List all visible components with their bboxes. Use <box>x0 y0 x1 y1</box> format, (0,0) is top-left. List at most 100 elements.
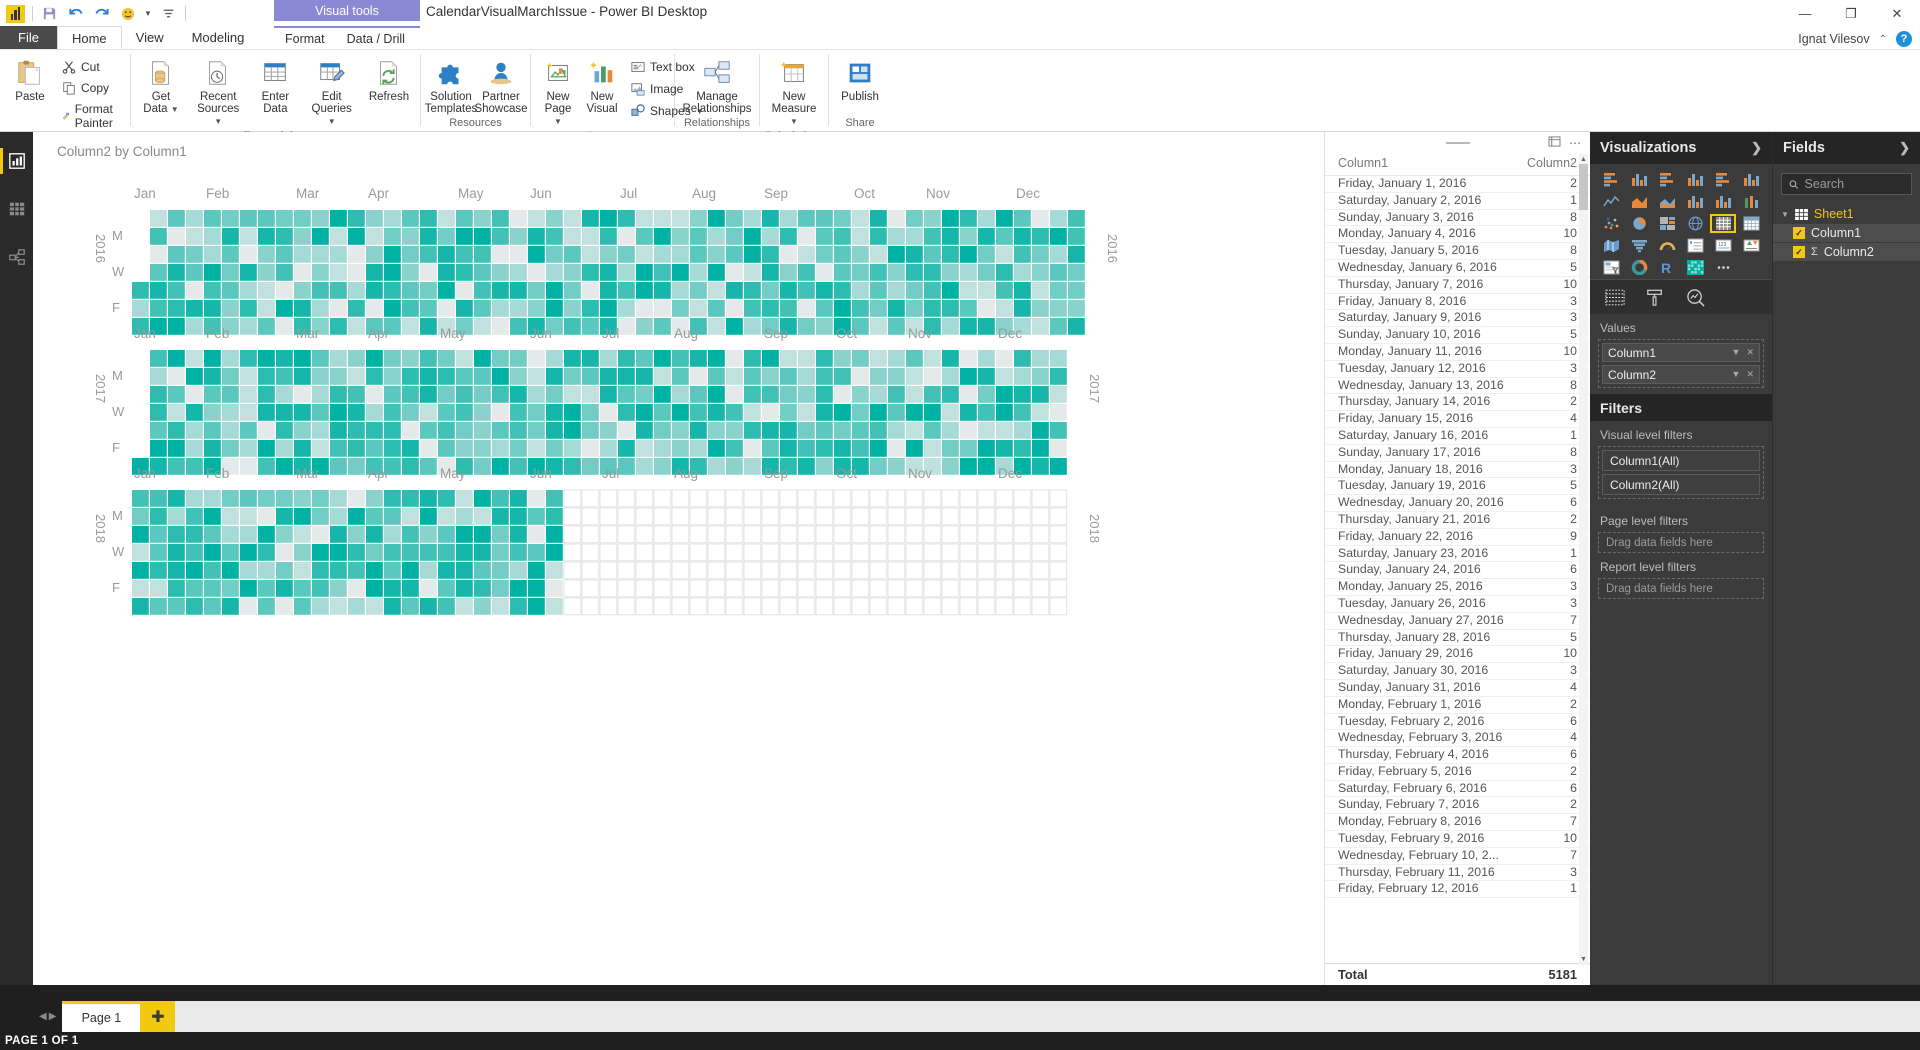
heatmap-cell[interactable] <box>546 598 563 615</box>
heatmap-cell[interactable] <box>384 246 401 263</box>
heatmap-cell[interactable] <box>348 598 365 615</box>
heatmap-cell[interactable] <box>294 246 311 263</box>
heatmap-cell[interactable] <box>384 404 401 421</box>
heatmap-cell[interactable] <box>492 350 509 367</box>
heatmap-cell[interactable] <box>420 368 437 385</box>
viz-type-r-script-visual[interactable]: R <box>1654 258 1680 277</box>
heatmap-cell[interactable] <box>312 264 329 281</box>
page-tab-page1[interactable]: Page 1 <box>62 1001 141 1032</box>
viz-type-matrix[interactable] <box>1710 214 1736 233</box>
heatmap-cell[interactable] <box>456 264 473 281</box>
heatmap-cell[interactable] <box>761 507 780 526</box>
heatmap-cell[interactable] <box>492 580 509 597</box>
heatmap-cell[interactable] <box>186 210 203 227</box>
heatmap-cell[interactable] <box>852 282 869 299</box>
heatmap-cell[interactable] <box>582 210 599 227</box>
heatmap-cell[interactable] <box>942 282 959 299</box>
heatmap-cell[interactable] <box>617 525 636 544</box>
heatmap-cell[interactable] <box>510 490 527 507</box>
heatmap-cell[interactable] <box>258 458 275 475</box>
heatmap-cell[interactable] <box>780 264 797 281</box>
heatmap-cell[interactable] <box>978 458 995 475</box>
heatmap-cell[interactable] <box>1032 246 1049 263</box>
heatmap-cell[interactable] <box>348 544 365 561</box>
heatmap-cell[interactable] <box>725 489 744 508</box>
heatmap-cell[interactable] <box>168 422 185 439</box>
heatmap-cell[interactable] <box>168 210 185 227</box>
heatmap-cell[interactable] <box>348 404 365 421</box>
heatmap-cell[interactable] <box>941 579 960 598</box>
heatmap-cell[interactable] <box>438 350 455 367</box>
heatmap-cell[interactable] <box>599 525 618 544</box>
heatmap-cell[interactable] <box>474 282 491 299</box>
heatmap-cell[interactable] <box>204 264 221 281</box>
heatmap-cell[interactable] <box>996 264 1013 281</box>
heatmap-cell[interactable] <box>222 210 239 227</box>
heatmap-cell[interactable] <box>726 264 743 281</box>
heatmap-cell[interactable] <box>761 525 780 544</box>
viz-type-calendar-custom-visual[interactable] <box>1682 258 1708 277</box>
heatmap-cell[interactable] <box>582 264 599 281</box>
heatmap-cell[interactable] <box>707 543 726 562</box>
maximize-button[interactable]: ❐ <box>1828 0 1874 27</box>
heatmap-cell[interactable] <box>762 440 779 457</box>
chevron-down-icon[interactable]: ▼ <box>790 117 798 126</box>
heatmap-cell[interactable] <box>366 508 383 525</box>
heatmap-cell[interactable] <box>833 507 852 526</box>
heatmap-cell[interactable] <box>1032 318 1049 335</box>
solution-templates-button[interactable]: Solution Templates <box>425 54 477 116</box>
heatmap-cell[interactable] <box>707 597 726 616</box>
heatmap-cell[interactable] <box>168 458 185 475</box>
heatmap-cell[interactable] <box>690 350 707 367</box>
heatmap-cell[interactable] <box>492 264 509 281</box>
table-row[interactable]: Friday, January 22, 2016 9 <box>1325 529 1590 546</box>
heatmap-cell[interactable] <box>510 508 527 525</box>
heatmap-cell[interactable] <box>402 404 419 421</box>
heatmap-cell[interactable] <box>888 404 905 421</box>
heatmap-cell[interactable] <box>456 228 473 245</box>
heatmap-cell[interactable] <box>564 264 581 281</box>
heatmap-cell[interactable] <box>438 526 455 543</box>
heatmap-cell[interactable] <box>744 282 761 299</box>
heatmap-cell[interactable] <box>420 210 437 227</box>
heatmap-cell[interactable] <box>870 350 887 367</box>
heatmap-cell[interactable] <box>222 264 239 281</box>
heatmap-cell[interactable] <box>186 282 203 299</box>
heatmap-cell[interactable] <box>348 562 365 579</box>
viz-type-multi-row-card[interactable] <box>1682 236 1708 255</box>
heatmap-cell[interactable] <box>798 458 815 475</box>
heatmap-cell[interactable] <box>312 508 329 525</box>
partner-showcase-button[interactable]: Partner Showcase <box>474 54 528 116</box>
heatmap-cell[interactable] <box>546 246 563 263</box>
heatmap-cell[interactable] <box>456 598 473 615</box>
heatmap-cell[interactable] <box>869 507 888 526</box>
heatmap-cell[interactable] <box>995 489 1014 508</box>
heatmap-cell[interactable] <box>762 300 779 317</box>
heatmap-cell[interactable] <box>887 507 906 526</box>
heatmap-cell[interactable] <box>960 422 977 439</box>
heatmap-cell[interactable] <box>1050 246 1067 263</box>
heatmap-cell[interactable] <box>1050 300 1067 317</box>
heatmap-cell[interactable] <box>168 508 185 525</box>
heatmap-cell[interactable] <box>978 282 995 299</box>
table-row[interactable]: Monday, February 8, 2016 7 <box>1325 814 1590 832</box>
viz-type-ribbon-chart[interactable] <box>1738 192 1764 211</box>
heatmap-cell[interactable] <box>924 404 941 421</box>
heatmap-cell[interactable] <box>492 562 509 579</box>
heatmap-cell[interactable] <box>888 282 905 299</box>
heatmap-cell[interactable] <box>132 580 149 597</box>
heatmap-cell[interactable] <box>420 404 437 421</box>
heatmap-cell[interactable] <box>726 318 743 335</box>
heatmap-cell[interactable] <box>492 300 509 317</box>
heatmap-cell[interactable] <box>384 526 401 543</box>
heatmap-cell[interactable] <box>492 544 509 561</box>
heatmap-cell[interactable] <box>1050 318 1067 335</box>
chevron-down-icon[interactable]: ▼ <box>554 117 562 126</box>
publish-button[interactable]: Publish <box>834 54 886 104</box>
heatmap-cell[interactable] <box>366 300 383 317</box>
heatmap-cell[interactable] <box>528 264 545 281</box>
heatmap-cell[interactable] <box>779 507 798 526</box>
heatmap-cell[interactable] <box>870 404 887 421</box>
heatmap-cell[interactable] <box>689 561 708 580</box>
heatmap-cell[interactable] <box>600 264 617 281</box>
